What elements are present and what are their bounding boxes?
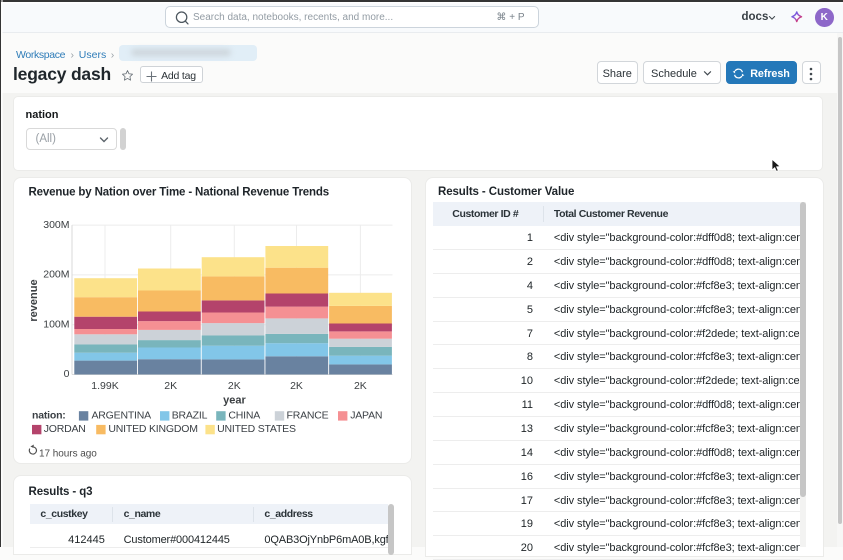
svg-text:CHINA: CHINA xyxy=(228,409,260,421)
svg-text:Revenue by Nation over Time -: Revenue by Nation over Time - National R… xyxy=(29,186,330,198)
svg-text:FRANCE: FRANCE xyxy=(287,409,329,421)
svg-text:2K: 2K xyxy=(354,380,367,392)
svg-text:1.99K: 1.99K xyxy=(91,380,118,392)
svg-text:ARGENTINA: ARGENTINA xyxy=(92,409,152,421)
svg-text:100M: 100M xyxy=(43,318,69,330)
svg-text:nation:: nation: xyxy=(32,409,66,421)
svg-text:JORDAN: JORDAN xyxy=(44,423,86,435)
svg-text:BRAZIL: BRAZIL xyxy=(172,409,208,421)
svg-text:JAPAN: JAPAN xyxy=(350,409,382,421)
svg-text:UNITED KINGDOM: UNITED KINGDOM xyxy=(108,423,197,435)
svg-text:UNITED STATES: UNITED STATES xyxy=(217,423,296,435)
svg-text:17 hours ago: 17 hours ago xyxy=(39,448,97,459)
svg-text:200M: 200M xyxy=(43,268,69,280)
svg-text:2K: 2K xyxy=(228,380,241,392)
svg-text:2K: 2K xyxy=(164,380,177,392)
svg-text:revenue: revenue xyxy=(28,279,40,321)
svg-text:300M: 300M xyxy=(43,218,69,230)
svg-text:year: year xyxy=(223,394,246,406)
svg-text:0: 0 xyxy=(64,368,70,380)
svg-text:2K: 2K xyxy=(290,380,303,392)
